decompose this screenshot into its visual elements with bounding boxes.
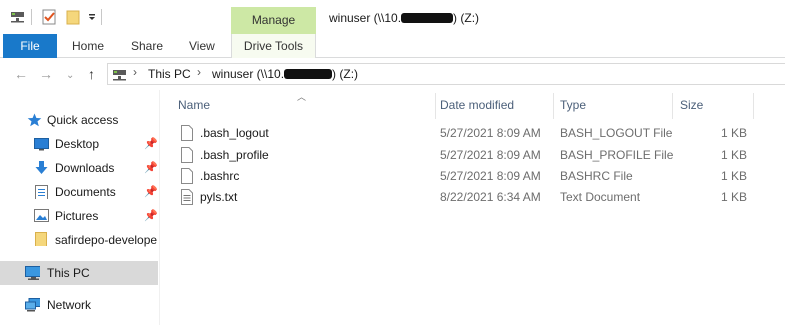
new-folder-icon[interactable] <box>66 9 80 25</box>
sidebar-item-label: This PC <box>47 266 90 280</box>
sidebar-item-label: safirdepo-develope <box>55 233 158 247</box>
file-row[interactable]: pyls.txt 8/22/2021 6:34 AM Text Document… <box>178 187 755 208</box>
file-type: BASH_LOGOUT File <box>560 126 673 140</box>
sidebar-item-label: Network <box>47 298 92 312</box>
text-file-icon <box>181 189 193 205</box>
blank-file-icon <box>181 125 193 141</box>
file-type: Text Document <box>560 190 641 204</box>
file-type: BASHRC File <box>560 169 633 183</box>
quick-access-separator <box>31 9 32 25</box>
pin-icon[interactable]: 📌 <box>144 180 158 204</box>
column-header-size[interactable]: Size <box>680 98 703 120</box>
file-name: .bash_logout <box>200 126 269 140</box>
sidebar-item-documents[interactable]: Documents 📌 <box>0 180 158 204</box>
file-size: 1 KB <box>720 169 747 183</box>
drive-icon <box>11 12 24 23</box>
tab-view[interactable]: View <box>189 34 215 58</box>
column-header-type[interactable]: Type <box>560 98 586 120</box>
column-divider[interactable] <box>435 93 436 119</box>
tab-home[interactable]: Home <box>72 34 104 58</box>
file-tab[interactable]: File <box>3 34 57 58</box>
ribbon-tabs: File Home Share View Drive Tools <box>0 34 785 58</box>
sidebar-item-downloads[interactable]: Downloads 📌 <box>0 156 158 180</box>
sidebar-item-safirdepo[interactable]: safirdepo-develope <box>0 228 158 252</box>
sidebar-item-label: Desktop <box>55 137 100 151</box>
pin-icon[interactable]: 📌 <box>144 156 158 180</box>
column-header-name[interactable]: Name <box>178 98 210 120</box>
file-row[interactable]: .bash_profile 5/27/2021 8:09 AM BASH_PRO… <box>178 145 755 166</box>
pin-icon[interactable]: 📌 <box>144 132 158 156</box>
customize-quick-access-icon[interactable] <box>88 9 96 23</box>
breadcrumb-winuser-suffix: ) (Z:) <box>332 67 359 81</box>
sidebar-item-desktop[interactable]: Desktop 📌 <box>0 132 158 156</box>
file-name: pyls.txt <box>200 190 238 204</box>
file-date-modified: 8/22/2021 6:34 AM <box>440 190 541 204</box>
downloads-icon <box>35 161 48 174</box>
forward-arrow-icon[interactable]: → <box>39 66 53 82</box>
breadcrumb-this-pc[interactable]: This PC <box>148 67 191 81</box>
sidebar-item-label: Quick access <box>47 113 119 127</box>
file-list: ︿ Name Date modified Type Size .bash_log… <box>160 90 785 325</box>
drive-icon <box>113 70 126 81</box>
documents-icon <box>35 185 48 199</box>
file-name: .bashrc <box>200 169 240 183</box>
file-row[interactable]: .bashrc 5/27/2021 8:09 AM BASHRC File 1 … <box>178 166 755 187</box>
computer-icon <box>25 266 40 280</box>
tab-drive-tools[interactable]: Drive Tools <box>231 34 316 58</box>
redaction-block <box>401 13 454 23</box>
breadcrumb-winuser[interactable]: winuser (\\10. ) (Z:) <box>212 67 358 81</box>
sidebar-item-label: Downloads <box>55 161 115 175</box>
file-size: 1 KB <box>720 126 747 140</box>
navigation-bar: ← → ⌄ ↑ › This PC › winuser (\\10. ) (Z:) <box>0 58 785 90</box>
breadcrumb-separator[interactable]: › <box>197 65 201 79</box>
recent-locations-chevron-icon[interactable]: ⌄ <box>66 68 74 84</box>
file-type: BASH_PROFILE File <box>560 148 674 162</box>
file-row[interactable]: .bash_logout 5/27/2021 8:09 AM BASH_LOGO… <box>178 123 755 144</box>
column-divider[interactable] <box>553 93 554 119</box>
file-date-modified: 5/27/2021 8:09 AM <box>440 148 541 162</box>
column-header-date-modified[interactable]: Date modified <box>440 98 514 120</box>
sidebar-item-pictures[interactable]: Pictures 📌 <box>0 204 158 228</box>
file-date-modified: 5/27/2021 8:09 AM <box>440 126 541 140</box>
window-title-suffix: ) (Z:) <box>453 11 480 25</box>
sidebar-item-network[interactable]: Network <box>0 293 158 317</box>
breadcrumb-separator[interactable]: › <box>133 65 137 79</box>
window-title: winuser (\\10. ) (Z:) <box>329 11 479 25</box>
network-icon <box>25 298 40 312</box>
sidebar-item-label: Documents <box>55 185 116 199</box>
blank-file-icon <box>181 147 193 163</box>
window-title-prefix: winuser (\\10. <box>329 11 402 25</box>
properties-icon[interactable] <box>42 9 56 25</box>
sidebar-item-this-pc[interactable]: This PC <box>0 261 158 285</box>
blank-file-icon <box>181 168 193 184</box>
folder-icon <box>35 232 47 246</box>
up-arrow-icon[interactable]: ↑ <box>88 66 95 82</box>
navigation-pane: Quick access Desktop 📌 Downloads 📌 Docum… <box>0 90 160 325</box>
star-icon <box>27 113 42 127</box>
file-size: 1 KB <box>720 190 747 204</box>
sort-ascending-icon: ︿ <box>297 92 307 102</box>
pictures-icon <box>34 209 49 222</box>
pin-icon[interactable]: 📌 <box>144 204 158 228</box>
back-arrow-icon[interactable]: ← <box>14 66 28 82</box>
file-date-modified: 5/27/2021 8:09 AM <box>440 169 541 183</box>
sidebar-item-quick-access[interactable]: Quick access <box>0 108 158 132</box>
file-name: .bash_profile <box>200 148 269 162</box>
manage-tab[interactable]: Manage <box>231 7 316 34</box>
tab-share[interactable]: Share <box>131 34 163 58</box>
file-size: 1 KB <box>720 148 747 162</box>
column-divider[interactable] <box>753 93 754 119</box>
address-bar[interactable]: › This PC › winuser (\\10. ) (Z:) <box>107 63 785 85</box>
sidebar-item-label: Pictures <box>55 209 99 223</box>
column-divider[interactable] <box>672 93 673 119</box>
title-bar: Manage winuser (\\10. ) (Z:) <box>0 0 785 34</box>
quick-access-separator-2 <box>101 9 102 25</box>
breadcrumb-winuser-prefix: winuser (\\10. <box>212 67 285 81</box>
desktop-icon <box>34 138 49 151</box>
redaction-block <box>284 69 333 79</box>
